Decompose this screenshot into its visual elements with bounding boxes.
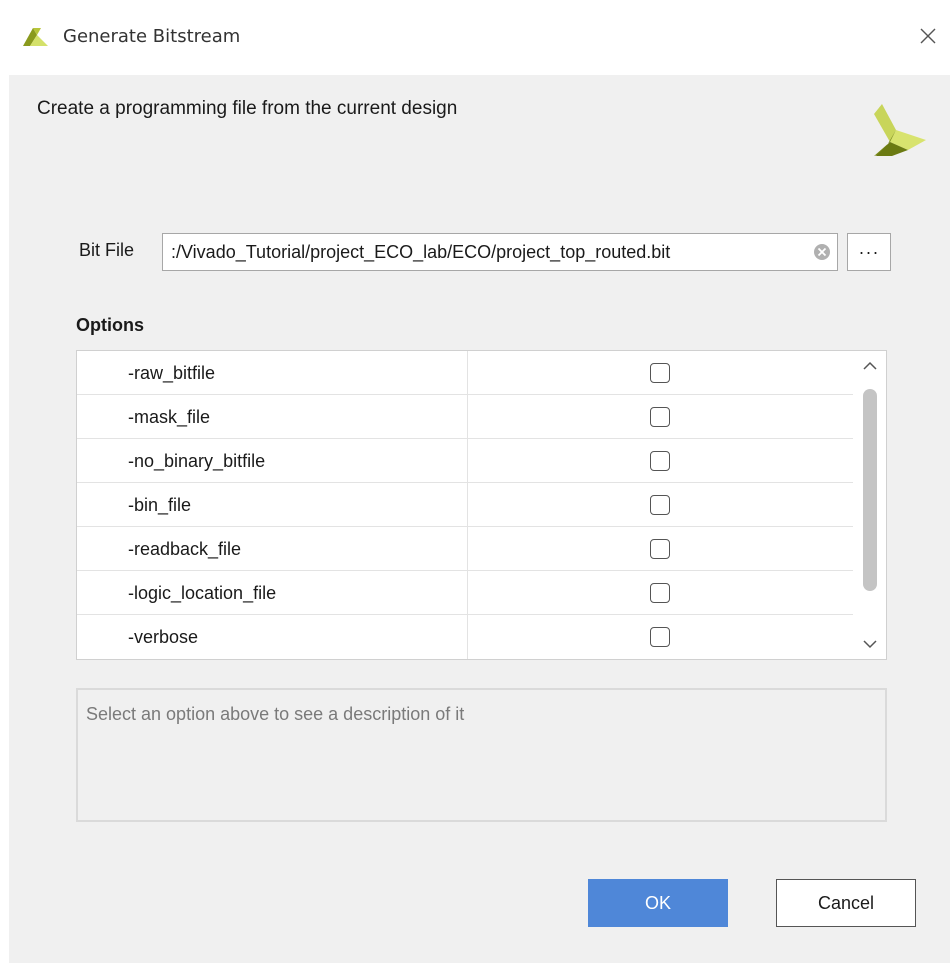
table-row[interactable]: -mask_file xyxy=(77,395,853,439)
column-divider xyxy=(467,439,468,483)
table-row[interactable]: -logic_location_file xyxy=(77,571,853,615)
options-label: Options xyxy=(76,315,144,335)
option-name: -bin_file xyxy=(128,495,192,515)
close-icon xyxy=(920,28,936,44)
table-row[interactable]: -no_binary_bitfile xyxy=(77,439,853,483)
option-checkbox[interactable] xyxy=(650,451,670,471)
option-checkbox[interactable] xyxy=(650,363,670,383)
column-divider xyxy=(467,527,468,571)
option-checkbox[interactable] xyxy=(650,583,670,603)
option-description-box: Select an option above to see a descript… xyxy=(76,688,887,822)
option-checkbox[interactable] xyxy=(650,495,670,515)
option-name: -logic_location_file xyxy=(128,583,277,603)
browse-button[interactable]: ··· xyxy=(847,233,891,271)
option-name: -verbose xyxy=(128,627,199,647)
left-border xyxy=(0,75,9,963)
column-divider xyxy=(467,571,468,615)
bit-file-label: Bit File xyxy=(79,240,135,260)
title-bar: Generate Bitstream xyxy=(0,0,950,75)
table-row[interactable]: -readback_file xyxy=(77,527,853,571)
bit-file-value: :/Vivado_Tutorial/project_ECO_lab/ECO/pr… xyxy=(171,241,671,262)
window-title: Generate Bitstream xyxy=(63,26,241,47)
cancel-button[interactable]: Cancel xyxy=(776,879,916,927)
table-row[interactable]: -raw_bitfile xyxy=(77,351,853,395)
options-table: -raw_bitfile -mask_file -no_binary_bitfi… xyxy=(76,350,887,660)
table-row[interactable]: -bin_file xyxy=(77,483,853,527)
bit-file-input[interactable]: :/Vivado_Tutorial/project_ECO_lab/ECO/pr… xyxy=(162,233,838,271)
xilinx-logo-icon xyxy=(874,104,926,156)
generate-bitstream-dialog: Generate Bitstream Create a programming … xyxy=(0,0,950,963)
option-name: -mask_file xyxy=(128,407,211,427)
dialog-description: Create a programming file from the curre… xyxy=(37,98,458,119)
scroll-thumb[interactable] xyxy=(863,389,877,591)
column-divider xyxy=(467,351,468,395)
chevron-up-icon xyxy=(862,361,877,370)
column-divider xyxy=(467,483,468,527)
ok-button[interactable]: OK xyxy=(588,879,728,927)
option-name: -readback_file xyxy=(128,539,242,559)
column-divider xyxy=(467,615,468,659)
option-checkbox[interactable] xyxy=(650,539,670,559)
xilinx-logo-icon xyxy=(23,28,48,46)
options-scrollbar[interactable] xyxy=(853,351,886,659)
scroll-up-button[interactable] xyxy=(853,351,886,381)
option-name: -raw_bitfile xyxy=(128,363,216,383)
table-row[interactable]: -verbose xyxy=(77,615,853,659)
clear-icon[interactable] xyxy=(813,243,831,261)
close-button[interactable] xyxy=(910,18,946,54)
option-checkbox[interactable] xyxy=(650,627,670,647)
chevron-down-icon xyxy=(862,640,877,649)
scroll-down-button[interactable] xyxy=(853,629,886,659)
description-placeholder: Select an option above to see a descript… xyxy=(86,704,465,724)
column-divider xyxy=(467,395,468,439)
option-checkbox[interactable] xyxy=(650,407,670,427)
option-name: -no_binary_bitfile xyxy=(128,451,266,471)
